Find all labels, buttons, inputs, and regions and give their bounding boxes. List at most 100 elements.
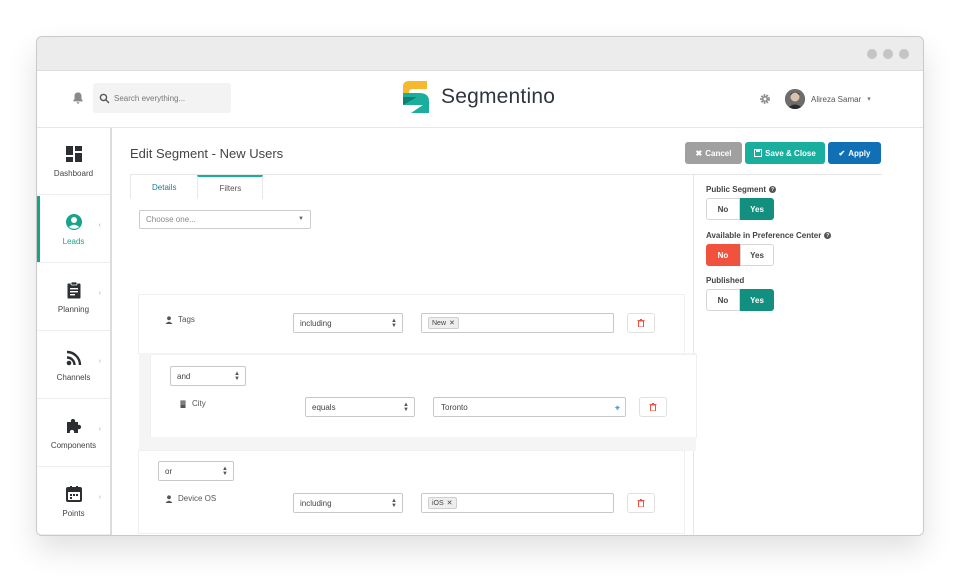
segmentino-logo-icon bbox=[403, 81, 429, 113]
chevron-updown-icon: ▲ ▼ bbox=[391, 318, 397, 329]
top-bar: Segmentino Alireza Samar ▾ bbox=[37, 71, 923, 128]
filter-row-device-os: or ▲ ▼ Device OS including ▲ ▼ iOS ✕ bbox=[139, 451, 684, 533]
chevron-down-icon: ▾ bbox=[867, 96, 871, 103]
segment-tabs: Details Filters bbox=[130, 175, 264, 199]
help-icon[interactable]: ? bbox=[824, 232, 832, 239]
filter-operator-value: including bbox=[300, 498, 332, 508]
chevron-left-icon: ‹ bbox=[98, 222, 101, 229]
public-segment-label-text: Public Segment bbox=[706, 185, 767, 194]
page-title: Edit Segment - New Users bbox=[130, 146, 284, 161]
gear-icon[interactable] bbox=[759, 93, 771, 105]
clipboard-icon bbox=[67, 281, 80, 298]
public-segment-label: Public Segment ? bbox=[706, 185, 777, 194]
published-no[interactable]: No bbox=[706, 289, 740, 311]
sidebar-item-dashboard[interactable]: Dashboard bbox=[37, 128, 110, 195]
window-dot-close[interactable] bbox=[899, 49, 909, 59]
filter-value-text: Toronto bbox=[441, 402, 468, 412]
window-controls bbox=[867, 49, 909, 59]
sidebar-item-label: Components bbox=[50, 440, 97, 450]
user-icon bbox=[165, 494, 173, 503]
filter-field-label: Tags bbox=[165, 315, 195, 324]
chevron-updown-icon: ▲ ▼ bbox=[403, 402, 409, 413]
calendar-icon bbox=[65, 485, 82, 502]
tag-chip[interactable]: New ✕ bbox=[428, 317, 459, 329]
save-close-button-label: Save & Close bbox=[765, 148, 816, 158]
preference-center-yes[interactable]: Yes bbox=[740, 244, 774, 266]
filter-field-name: Device OS bbox=[178, 494, 217, 503]
avatar bbox=[785, 89, 805, 109]
sidebar-item-label: Planning bbox=[57, 304, 90, 314]
tab-filters[interactable]: Filters bbox=[197, 175, 264, 199]
search-bar[interactable] bbox=[93, 83, 231, 113]
close-icon[interactable]: ✕ bbox=[447, 499, 453, 507]
trash-icon bbox=[637, 499, 645, 507]
preference-center-label: Available in Preference Center ? bbox=[706, 231, 832, 240]
delete-filter-button[interactable] bbox=[627, 493, 655, 513]
tag-chip-label: iOS bbox=[432, 499, 444, 507]
save-close-button[interactable]: Save & Close bbox=[745, 142, 825, 164]
bell-icon[interactable] bbox=[71, 91, 85, 105]
sidebar-item-label: Channels bbox=[56, 372, 91, 382]
check-icon: ✔ bbox=[838, 148, 846, 158]
chevron-updown-icon: ▲ ▼ bbox=[222, 466, 228, 477]
save-icon bbox=[754, 149, 763, 157]
published-yes[interactable]: Yes bbox=[740, 289, 774, 311]
chevron-updown-icon: ▲ ▼ bbox=[391, 498, 397, 509]
search-input[interactable] bbox=[114, 93, 224, 103]
sidebar-item-label: Leads bbox=[62, 236, 85, 246]
app-window: Segmentino Alireza Samar ▾ Dashboard Lea… bbox=[36, 36, 924, 536]
public-segment-yes[interactable]: Yes bbox=[740, 198, 774, 220]
filter-row-tags: Tags including ▲ ▼ New ✕ bbox=[139, 295, 684, 353]
public-segment-no[interactable]: No bbox=[706, 198, 740, 220]
sidebar-item-components[interactable]: Components › bbox=[37, 400, 110, 467]
filter-field-name: City bbox=[192, 399, 206, 408]
sidebar-item-leads[interactable]: Leads ‹ bbox=[37, 196, 110, 263]
sidebar-item-points[interactable]: Points › bbox=[37, 468, 110, 535]
chevron-right-icon: › bbox=[98, 290, 101, 297]
filter-operator-select[interactable]: including ▲ ▼ bbox=[293, 313, 403, 333]
filter-tags-input[interactable]: New ✕ bbox=[421, 313, 614, 333]
preference-center-no[interactable]: No bbox=[706, 244, 740, 266]
logo: Segmentino bbox=[401, 79, 555, 115]
tag-chip-label: New bbox=[432, 319, 447, 327]
sidebar-item-planning[interactable]: Planning › bbox=[37, 264, 110, 331]
delete-filter-button[interactable] bbox=[627, 313, 655, 333]
filter-choose-placeholder: Choose one... bbox=[146, 215, 196, 224]
filter-operator-select[interactable]: equals ▲ ▼ bbox=[305, 397, 415, 417]
filter-field-name: Tags bbox=[178, 315, 195, 324]
chevron-right-icon: › bbox=[98, 358, 101, 365]
main-content: Edit Segment - New Users ✖ Cancel Save &… bbox=[114, 128, 923, 535]
user-name: Alireza Samar bbox=[811, 94, 862, 104]
filter-operator-select[interactable]: including ▲ ▼ bbox=[293, 493, 403, 513]
user-menu[interactable]: Alireza Samar ▾ bbox=[785, 89, 871, 109]
puzzle-icon bbox=[66, 418, 81, 433]
title-bar bbox=[37, 37, 923, 71]
sidebar-item-channels[interactable]: Channels › bbox=[37, 332, 110, 399]
delete-filter-button[interactable] bbox=[639, 397, 667, 417]
chevron-updown-icon: ▲ ▼ bbox=[234, 371, 240, 382]
cancel-button[interactable]: ✖ Cancel bbox=[685, 142, 742, 164]
filter-choose-select[interactable]: Choose one... ▼ bbox=[139, 210, 311, 229]
window-dot-maximize[interactable] bbox=[883, 49, 893, 59]
tag-chip[interactable]: iOS ✕ bbox=[428, 497, 457, 509]
filter-glue-value: and bbox=[177, 371, 191, 381]
filter-glue-select[interactable]: or ▲ ▼ bbox=[158, 461, 234, 481]
rss-icon bbox=[66, 350, 81, 365]
cancel-button-label: Cancel bbox=[705, 148, 732, 158]
filter-field-label: City bbox=[179, 399, 206, 408]
user-circle-icon bbox=[65, 213, 82, 230]
close-icon[interactable]: ✕ bbox=[449, 319, 455, 327]
divider bbox=[694, 174, 882, 175]
filter-value-input[interactable]: Toronto ⌖ bbox=[433, 397, 626, 417]
filter-operator-value: equals bbox=[312, 402, 336, 412]
chevron-right-icon: › bbox=[98, 494, 101, 501]
filter-operator-value: including bbox=[300, 318, 332, 328]
filter-tags-input[interactable]: iOS ✕ bbox=[421, 493, 614, 513]
filter-glue-select[interactable]: and ▲ ▼ bbox=[170, 366, 246, 386]
help-icon[interactable]: ? bbox=[769, 186, 777, 193]
published-toggle: No Yes bbox=[706, 289, 774, 311]
window-dot-minimize[interactable] bbox=[867, 49, 877, 59]
published-label-text: Published bbox=[706, 276, 745, 285]
apply-button[interactable]: ✔ Apply bbox=[828, 142, 881, 164]
tab-details[interactable]: Details bbox=[130, 175, 197, 199]
